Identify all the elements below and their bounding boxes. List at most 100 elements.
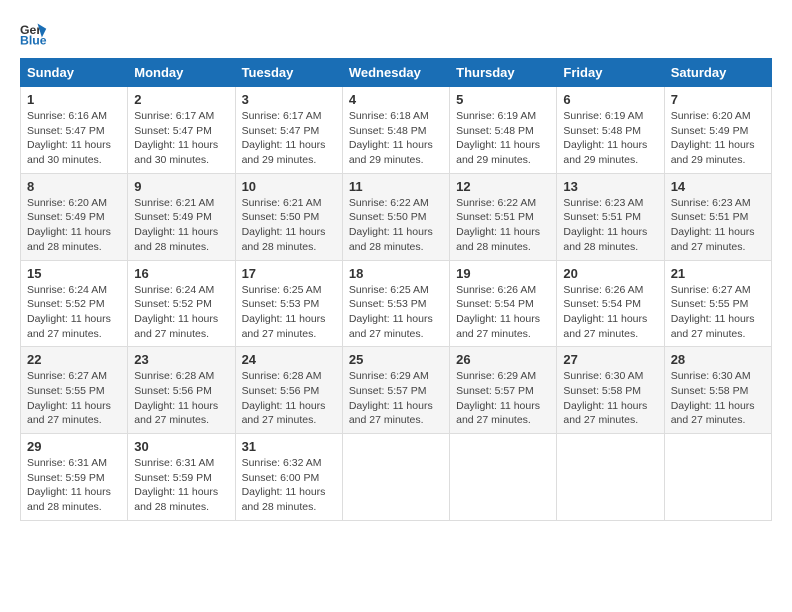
day-number: 21	[671, 266, 765, 281]
calendar-week-2: 8 Sunrise: 6:20 AMSunset: 5:49 PMDayligh…	[21, 173, 772, 260]
day-number: 19	[456, 266, 550, 281]
day-cell-10: 10 Sunrise: 6:21 AMSunset: 5:50 PMDaylig…	[235, 173, 342, 260]
day-number: 6	[563, 92, 657, 107]
day-cell-18: 18 Sunrise: 6:25 AMSunset: 5:53 PMDaylig…	[342, 260, 449, 347]
day-info: Sunrise: 6:21 AMSunset: 5:49 PMDaylight:…	[134, 196, 228, 255]
day-info: Sunrise: 6:25 AMSunset: 5:53 PMDaylight:…	[242, 283, 336, 342]
day-number: 18	[349, 266, 443, 281]
day-number: 24	[242, 352, 336, 367]
day-number: 31	[242, 439, 336, 454]
day-number: 30	[134, 439, 228, 454]
day-number: 2	[134, 92, 228, 107]
day-number: 12	[456, 179, 550, 194]
day-number: 1	[27, 92, 121, 107]
day-cell-25: 25 Sunrise: 6:29 AMSunset: 5:57 PMDaylig…	[342, 347, 449, 434]
header-friday: Friday	[557, 59, 664, 87]
empty-cell	[342, 434, 449, 521]
header-saturday: Saturday	[664, 59, 771, 87]
day-cell-6: 6 Sunrise: 6:19 AMSunset: 5:48 PMDayligh…	[557, 87, 664, 174]
day-cell-21: 21 Sunrise: 6:27 AMSunset: 5:55 PMDaylig…	[664, 260, 771, 347]
empty-cell	[557, 434, 664, 521]
day-cell-24: 24 Sunrise: 6:28 AMSunset: 5:56 PMDaylig…	[235, 347, 342, 434]
day-info: Sunrise: 6:25 AMSunset: 5:53 PMDaylight:…	[349, 283, 443, 342]
day-cell-14: 14 Sunrise: 6:23 AMSunset: 5:51 PMDaylig…	[664, 173, 771, 260]
calendar-week-4: 22 Sunrise: 6:27 AMSunset: 5:55 PMDaylig…	[21, 347, 772, 434]
day-number: 15	[27, 266, 121, 281]
day-cell-20: 20 Sunrise: 6:26 AMSunset: 5:54 PMDaylig…	[557, 260, 664, 347]
day-info: Sunrise: 6:23 AMSunset: 5:51 PMDaylight:…	[563, 196, 657, 255]
calendar-week-1: 1 Sunrise: 6:16 AMSunset: 5:47 PMDayligh…	[21, 87, 772, 174]
logo: Gen Blue	[20, 20, 52, 48]
day-number: 27	[563, 352, 657, 367]
svg-text:Blue: Blue	[20, 34, 47, 48]
day-cell-22: 22 Sunrise: 6:27 AMSunset: 5:55 PMDaylig…	[21, 347, 128, 434]
day-info: Sunrise: 6:27 AMSunset: 5:55 PMDaylight:…	[671, 283, 765, 342]
day-info: Sunrise: 6:30 AMSunset: 5:58 PMDaylight:…	[671, 369, 765, 428]
empty-cell	[664, 434, 771, 521]
day-info: Sunrise: 6:27 AMSunset: 5:55 PMDaylight:…	[27, 369, 121, 428]
day-number: 25	[349, 352, 443, 367]
day-cell-31: 31 Sunrise: 6:32 AMSunset: 6:00 PMDaylig…	[235, 434, 342, 521]
day-cell-28: 28 Sunrise: 6:30 AMSunset: 5:58 PMDaylig…	[664, 347, 771, 434]
day-cell-7: 7 Sunrise: 6:20 AMSunset: 5:49 PMDayligh…	[664, 87, 771, 174]
day-number: 26	[456, 352, 550, 367]
day-number: 9	[134, 179, 228, 194]
day-info: Sunrise: 6:28 AMSunset: 5:56 PMDaylight:…	[134, 369, 228, 428]
day-info: Sunrise: 6:29 AMSunset: 5:57 PMDaylight:…	[456, 369, 550, 428]
day-cell-3: 3 Sunrise: 6:17 AMSunset: 5:47 PMDayligh…	[235, 87, 342, 174]
day-info: Sunrise: 6:24 AMSunset: 5:52 PMDaylight:…	[27, 283, 121, 342]
day-number: 14	[671, 179, 765, 194]
day-info: Sunrise: 6:24 AMSunset: 5:52 PMDaylight:…	[134, 283, 228, 342]
day-info: Sunrise: 6:28 AMSunset: 5:56 PMDaylight:…	[242, 369, 336, 428]
day-info: Sunrise: 6:23 AMSunset: 5:51 PMDaylight:…	[671, 196, 765, 255]
day-info: Sunrise: 6:31 AMSunset: 5:59 PMDaylight:…	[134, 456, 228, 515]
day-cell-2: 2 Sunrise: 6:17 AMSunset: 5:47 PMDayligh…	[128, 87, 235, 174]
day-info: Sunrise: 6:20 AMSunset: 5:49 PMDaylight:…	[671, 109, 765, 168]
day-number: 16	[134, 266, 228, 281]
header-wednesday: Wednesday	[342, 59, 449, 87]
day-cell-16: 16 Sunrise: 6:24 AMSunset: 5:52 PMDaylig…	[128, 260, 235, 347]
day-number: 11	[349, 179, 443, 194]
day-cell-12: 12 Sunrise: 6:22 AMSunset: 5:51 PMDaylig…	[450, 173, 557, 260]
day-cell-4: 4 Sunrise: 6:18 AMSunset: 5:48 PMDayligh…	[342, 87, 449, 174]
header-tuesday: Tuesday	[235, 59, 342, 87]
day-info: Sunrise: 6:18 AMSunset: 5:48 PMDaylight:…	[349, 109, 443, 168]
day-info: Sunrise: 6:26 AMSunset: 5:54 PMDaylight:…	[563, 283, 657, 342]
day-number: 17	[242, 266, 336, 281]
day-cell-15: 15 Sunrise: 6:24 AMSunset: 5:52 PMDaylig…	[21, 260, 128, 347]
day-number: 8	[27, 179, 121, 194]
day-cell-8: 8 Sunrise: 6:20 AMSunset: 5:49 PMDayligh…	[21, 173, 128, 260]
day-info: Sunrise: 6:17 AMSunset: 5:47 PMDaylight:…	[134, 109, 228, 168]
header-monday: Monday	[128, 59, 235, 87]
day-info: Sunrise: 6:20 AMSunset: 5:49 PMDaylight:…	[27, 196, 121, 255]
day-cell-29: 29 Sunrise: 6:31 AMSunset: 5:59 PMDaylig…	[21, 434, 128, 521]
day-info: Sunrise: 6:19 AMSunset: 5:48 PMDaylight:…	[563, 109, 657, 168]
day-number: 4	[349, 92, 443, 107]
day-cell-17: 17 Sunrise: 6:25 AMSunset: 5:53 PMDaylig…	[235, 260, 342, 347]
day-info: Sunrise: 6:32 AMSunset: 6:00 PMDaylight:…	[242, 456, 336, 515]
day-number: 20	[563, 266, 657, 281]
day-cell-19: 19 Sunrise: 6:26 AMSunset: 5:54 PMDaylig…	[450, 260, 557, 347]
day-number: 5	[456, 92, 550, 107]
day-number: 29	[27, 439, 121, 454]
day-info: Sunrise: 6:26 AMSunset: 5:54 PMDaylight:…	[456, 283, 550, 342]
day-number: 28	[671, 352, 765, 367]
day-cell-9: 9 Sunrise: 6:21 AMSunset: 5:49 PMDayligh…	[128, 173, 235, 260]
day-cell-11: 11 Sunrise: 6:22 AMSunset: 5:50 PMDaylig…	[342, 173, 449, 260]
empty-cell	[450, 434, 557, 521]
header-sunday: Sunday	[21, 59, 128, 87]
day-info: Sunrise: 6:29 AMSunset: 5:57 PMDaylight:…	[349, 369, 443, 428]
day-info: Sunrise: 6:31 AMSunset: 5:59 PMDaylight:…	[27, 456, 121, 515]
day-cell-5: 5 Sunrise: 6:19 AMSunset: 5:48 PMDayligh…	[450, 87, 557, 174]
day-info: Sunrise: 6:22 AMSunset: 5:51 PMDaylight:…	[456, 196, 550, 255]
day-number: 13	[563, 179, 657, 194]
calendar-header-row: SundayMondayTuesdayWednesdayThursdayFrid…	[21, 59, 772, 87]
day-cell-27: 27 Sunrise: 6:30 AMSunset: 5:58 PMDaylig…	[557, 347, 664, 434]
day-cell-26: 26 Sunrise: 6:29 AMSunset: 5:57 PMDaylig…	[450, 347, 557, 434]
calendar-week-3: 15 Sunrise: 6:24 AMSunset: 5:52 PMDaylig…	[21, 260, 772, 347]
day-cell-13: 13 Sunrise: 6:23 AMSunset: 5:51 PMDaylig…	[557, 173, 664, 260]
day-cell-30: 30 Sunrise: 6:31 AMSunset: 5:59 PMDaylig…	[128, 434, 235, 521]
calendar-table: SundayMondayTuesdayWednesdayThursdayFrid…	[20, 58, 772, 521]
day-number: 3	[242, 92, 336, 107]
day-cell-1: 1 Sunrise: 6:16 AMSunset: 5:47 PMDayligh…	[21, 87, 128, 174]
